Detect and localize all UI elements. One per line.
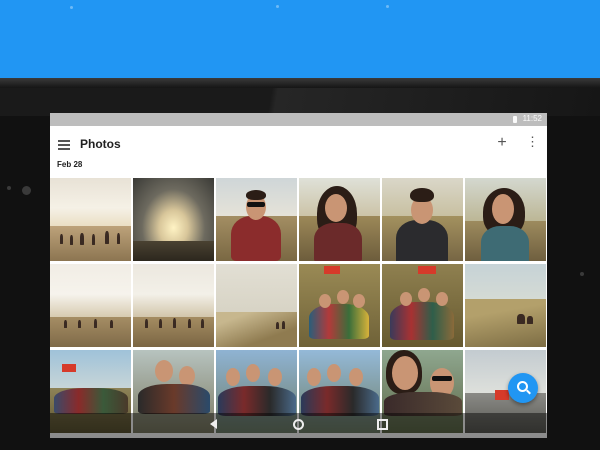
status-time: 11:52: [522, 114, 542, 123]
photo-tile[interactable]: [299, 264, 380, 347]
photo-tile[interactable]: [216, 264, 297, 347]
photo-tile[interactable]: [50, 178, 131, 261]
camera-lens: [22, 186, 31, 195]
photo-tile[interactable]: [299, 178, 380, 261]
tablet-top-edge: [0, 78, 600, 88]
photo-tile[interactable]: [465, 264, 546, 347]
photo-tile[interactable]: [133, 264, 214, 347]
app-bar: Photos + ⋮: [50, 126, 547, 166]
back-icon[interactable]: [210, 419, 217, 429]
photo-tile[interactable]: [382, 264, 463, 347]
photo-tile[interactable]: [216, 178, 297, 261]
photo-tile[interactable]: [382, 178, 463, 261]
status-bar: 11:52: [50, 113, 547, 126]
date-header: Feb 28: [57, 160, 83, 169]
photo-tile[interactable]: [133, 178, 214, 261]
sensor-dot: [580, 272, 584, 276]
hamburger-menu-icon[interactable]: [58, 140, 70, 150]
photo-tile[interactable]: [50, 264, 131, 347]
recents-icon[interactable]: [377, 419, 388, 430]
wallpaper-dot: [386, 5, 389, 8]
app-title: Photos: [80, 137, 121, 151]
wallpaper-dot: [70, 6, 73, 9]
tablet-screen: 11:52 Photos + ⋮ Feb 28: [50, 113, 547, 438]
navigation-bar: [50, 413, 547, 438]
search-fab-button[interactable]: [508, 373, 538, 403]
photo-tile[interactable]: [465, 178, 546, 261]
wallpaper-dot: [276, 5, 279, 8]
battery-icon: [513, 116, 517, 123]
add-icon[interactable]: +: [495, 134, 509, 152]
more-vert-icon[interactable]: ⋮: [526, 134, 539, 150]
desktop-background: [0, 0, 600, 78]
tablet-bezel: [0, 88, 600, 116]
sensor-dot: [7, 186, 11, 190]
home-icon[interactable]: [293, 419, 304, 430]
